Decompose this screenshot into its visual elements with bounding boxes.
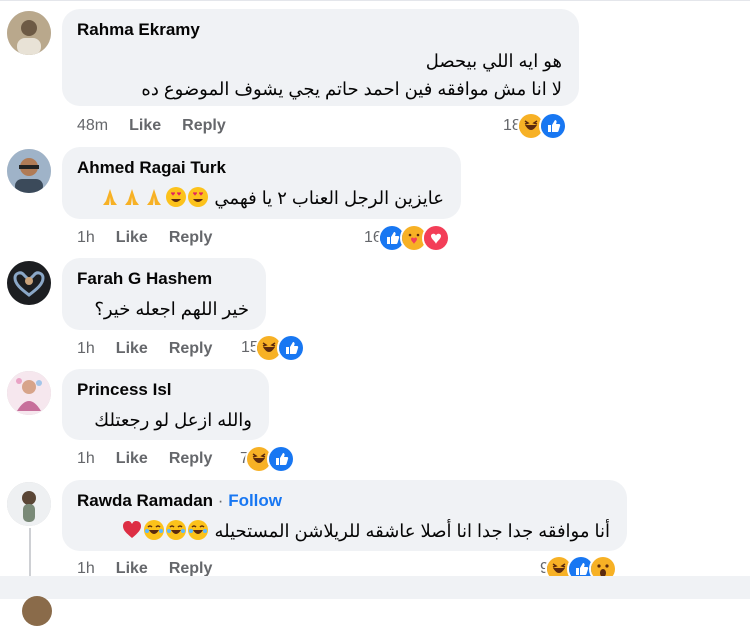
reply-button[interactable]: Reply bbox=[169, 340, 213, 357]
comment-time[interactable]: 1h bbox=[77, 340, 95, 357]
next-comment-preview bbox=[0, 576, 750, 626]
like-reaction-icon bbox=[538, 112, 567, 140]
reaction-summary[interactable]: 18 bbox=[503, 112, 567, 140]
comment-text-line: أنا موافقه جدا جدا انا أصلا عاشقه للريلا… bbox=[214, 521, 611, 541]
like-button[interactable]: Like bbox=[129, 117, 161, 134]
comment-text-line: لا انا مش موافقه فين احمد حاتم يجي يشوف … bbox=[141, 79, 562, 99]
comment-bubble: Princess Isl والله ازعل لو رجعتلك bbox=[62, 369, 269, 440]
like-button[interactable]: Like bbox=[116, 229, 148, 246]
comment-author[interactable]: Princess Isl bbox=[77, 379, 252, 401]
comment-time[interactable]: 48m bbox=[77, 117, 108, 134]
like-button[interactable]: Like bbox=[116, 340, 148, 357]
avatar[interactable] bbox=[7, 482, 51, 526]
avatar[interactable] bbox=[7, 371, 51, 415]
folded-hands-emoji-icon bbox=[100, 187, 120, 207]
avatar[interactable] bbox=[7, 11, 51, 55]
avatar[interactable] bbox=[7, 261, 51, 305]
follow-button[interactable]: Follow bbox=[228, 491, 282, 510]
heart-eyes-emoji-icon bbox=[166, 187, 187, 207]
reply-button[interactable]: Reply bbox=[169, 450, 213, 467]
like-button[interactable]: Like bbox=[116, 450, 148, 467]
like-button[interactable]: Like bbox=[116, 560, 148, 577]
comment-text: عايزين الرجل العناب ٢ يا فهمي bbox=[77, 184, 444, 212]
comment-actions: 1h Like Reply bbox=[77, 340, 233, 358]
comment-actions: 1h Like Reply bbox=[77, 229, 233, 247]
comment-bubble: Ahmed Ragai Turk عايزين الرجل العناب ٢ ي… bbox=[62, 147, 461, 219]
reaction-summary[interactable]: 16 bbox=[364, 224, 450, 252]
folded-hands-emoji-icon bbox=[144, 187, 164, 207]
follow-separator: · bbox=[217, 491, 224, 510]
reply-button[interactable]: Reply bbox=[169, 560, 213, 577]
comment-time[interactable]: 1h bbox=[77, 450, 95, 467]
folded-hands-emoji-icon bbox=[122, 187, 142, 207]
heart-eyes-emoji-icon bbox=[188, 187, 209, 207]
comment-text: أنا موافقه جدا جدا انا أصلا عاشقه للريلا… bbox=[77, 517, 610, 545]
comment-bubble: Rahma Ekramy هو ايه اللي بيحصل لا انا مش… bbox=[62, 9, 579, 106]
tears-of-joy-emoji-icon bbox=[144, 520, 165, 540]
comment-bubble: Farah G Hashem خير اللهم اجعله خير؟ bbox=[62, 258, 266, 330]
comment-text-line: عايزين الرجل العناب ٢ يا فهمي bbox=[214, 188, 444, 208]
red-heart-emoji-icon bbox=[122, 520, 142, 540]
reply-button[interactable]: Reply bbox=[182, 117, 226, 134]
like-reaction-icon bbox=[266, 445, 295, 473]
comment-text-line: خير اللهم اجعله خير؟ bbox=[94, 299, 249, 319]
comment-author[interactable]: Rawda Ramadan bbox=[77, 491, 213, 510]
top-divider bbox=[0, 0, 750, 1]
reaction-summary[interactable]: 7 bbox=[240, 445, 295, 473]
reply-button[interactable]: Reply bbox=[169, 229, 213, 246]
tears-of-joy-emoji-icon bbox=[166, 520, 187, 540]
comment-author[interactable]: Ahmed Ragai Turk bbox=[77, 157, 444, 179]
reaction-summary[interactable]: 15 bbox=[241, 334, 305, 362]
comment-text-line: هو ايه اللي بيحصل bbox=[425, 51, 562, 71]
comment-author-row: Rawda Ramadan · Follow bbox=[77, 490, 610, 512]
avatar bbox=[22, 596, 52, 626]
like-reaction-icon bbox=[276, 334, 305, 362]
comment-actions: 1h Like Reply bbox=[77, 450, 233, 468]
comment-time[interactable]: 1h bbox=[77, 229, 95, 246]
comment-bubble: Rawda Ramadan · Follow أنا موافقه جدا جد… bbox=[62, 480, 627, 551]
comment-actions: 48m Like Reply bbox=[77, 117, 247, 135]
love-reaction-icon bbox=[421, 224, 450, 252]
comment-text-line: والله ازعل لو رجعتلك bbox=[94, 410, 252, 430]
comment-time[interactable]: 1h bbox=[77, 560, 95, 577]
tears-of-joy-emoji-icon bbox=[188, 520, 209, 540]
comment-author[interactable]: Rahma Ekramy bbox=[77, 19, 562, 41]
avatar[interactable] bbox=[7, 149, 51, 193]
comment-author[interactable]: Farah G Hashem bbox=[77, 268, 249, 290]
